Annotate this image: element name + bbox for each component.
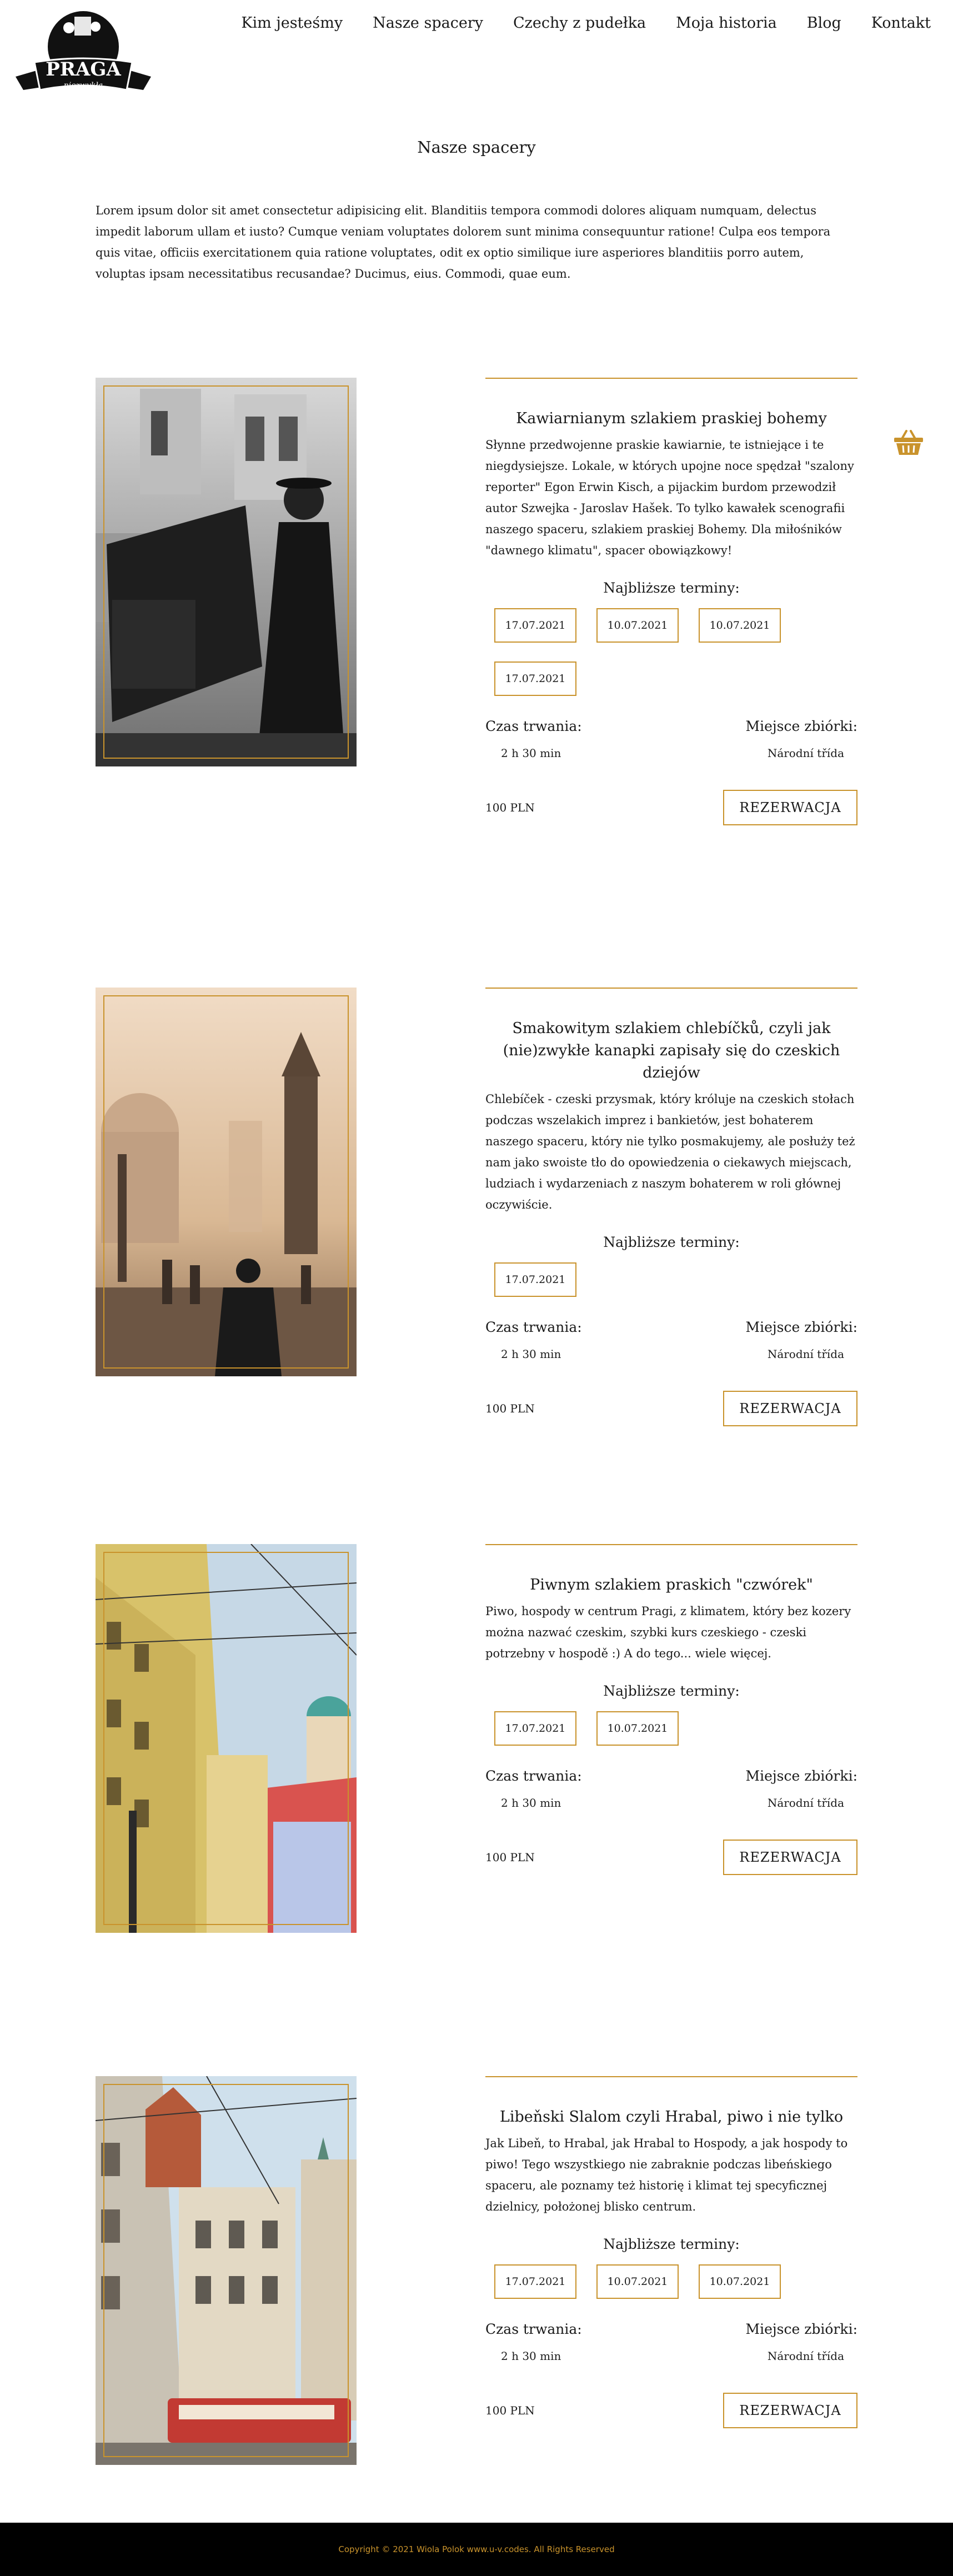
divider	[485, 2076, 857, 2077]
dates-heading: Najbliższe terminy:	[603, 1234, 740, 1250]
nav-item-moja-historia[interactable]: Moja historia	[676, 14, 777, 32]
nav-item-czechy-z-pudelka[interactable]: Czechy z pudełka	[513, 14, 646, 32]
date-option[interactable]: 17.07.2021	[494, 661, 576, 696]
tour-photo	[96, 378, 357, 766]
tour-description: Chlebíček - czeski przysmak, który królu…	[485, 1092, 855, 1211]
duration-label: Czas trwania:	[485, 2321, 582, 2337]
dates-heading: Najbliższe terminy:	[603, 2236, 740, 2252]
tour-title: Kawiarnianym szlakiem praskiej bohemy	[516, 410, 827, 427]
date-option[interactable]: 17.07.2021	[494, 608, 576, 643]
duration-value: 2 h 30 min	[501, 1347, 561, 1361]
page-title: Nasze spacery	[417, 138, 536, 157]
date-list: 17.07.2021 10.07.2021 10.07.2021 17.07.2…	[485, 608, 857, 715]
date-option[interactable]: 10.07.2021	[596, 608, 679, 643]
site-logo[interactable]: PRAGA niezwykła	[12, 7, 162, 102]
meeting-label: Miejsce zbiórki:	[745, 1319, 857, 1335]
tour-photo	[96, 1544, 357, 1933]
tour-price: 100 PLN	[485, 801, 535, 814]
meeting-label: Miejsce zbiórki:	[745, 1768, 857, 1784]
meeting-value: Národní třída	[767, 1796, 844, 1810]
tour-title: Piwnym szlakiem praskich "czwórek"	[530, 1576, 813, 1593]
meeting-label: Miejsce zbiórki:	[745, 718, 857, 734]
divider	[485, 378, 857, 379]
tour-price: 100 PLN	[485, 1402, 535, 1415]
reserve-button[interactable]: REZERWACJA	[723, 1840, 857, 1875]
tour-photo	[96, 988, 357, 1376]
date-option[interactable]: 10.07.2021	[699, 2264, 781, 2299]
date-option[interactable]: 10.07.2021	[699, 608, 781, 643]
reserve-button[interactable]: REZERWACJA	[723, 1391, 857, 1426]
tour-info: Piwnym szlakiem praskich "czwórek" Piwo,…	[485, 1544, 857, 1875]
tour-info: Libeňski Slalom czyli Hrabal, piwo i nie…	[485, 2076, 857, 2428]
duration-value: 2 h 30 min	[501, 1796, 561, 1810]
duration-label: Czas trwania:	[485, 718, 582, 734]
tour-price: 100 PLN	[485, 1851, 535, 1864]
copyright-text: Copyright © 2021 Wiola Polok www.u-v.cod…	[338, 2544, 615, 2554]
meeting-value: Národní třída	[767, 746, 844, 760]
tour-info: Kawiarnianym szlakiem praskiej bohemy Sł…	[485, 378, 857, 825]
intro-text: Lorem ipsum dolor sit amet consectetur a…	[96, 204, 831, 280]
nav-item-nasze-spacery[interactable]: Nasze spacery	[373, 14, 483, 32]
meeting-value: Národní třída	[767, 1347, 844, 1361]
duration-value: 2 h 30 min	[501, 2349, 561, 2363]
site-footer: Copyright © 2021 Wiola Polok www.u-v.cod…	[0, 2523, 953, 2576]
meeting-value: Národní třída	[767, 2349, 844, 2363]
duration-value: 2 h 30 min	[501, 746, 561, 760]
duration-label: Czas trwania:	[485, 1768, 582, 1784]
tour-info: Smakowitym szlakiem chlebíčků, czyli jak…	[485, 988, 857, 1426]
tour-description: Piwo, hospody w centrum Pragi, z klimate…	[485, 1605, 851, 1660]
date-option[interactable]: 10.07.2021	[596, 2264, 679, 2299]
logo-text: PRAGA	[46, 58, 121, 81]
date-list: 17.07.2021	[485, 1262, 857, 1316]
date-list: 17.07.2021 10.07.2021	[485, 1711, 857, 1765]
reserve-button[interactable]: REZERWACJA	[723, 2393, 857, 2428]
date-option[interactable]: 10.07.2021	[596, 1711, 679, 1746]
date-option[interactable]: 17.07.2021	[494, 1711, 576, 1746]
tour-card: Kawiarnianym szlakiem praskiej bohemy Sł…	[96, 378, 857, 825]
tour-photo	[96, 2076, 357, 2465]
logo-subtext: niezwykła	[64, 81, 103, 90]
tour-card: Piwnym szlakiem praskich "czwórek" Piwo,…	[96, 1544, 857, 1933]
date-option[interactable]: 17.07.2021	[494, 2264, 576, 2299]
tour-description: Słynne przedwojenne praskie kawiarnie, t…	[485, 438, 854, 557]
tour-card: Smakowitym szlakiem chlebíčků, czyli jak…	[96, 988, 857, 1426]
date-option[interactable]: 17.07.2021	[494, 1262, 576, 1297]
tour-card: Libeňski Slalom czyli Hrabal, piwo i nie…	[96, 2076, 857, 2465]
tour-title: Smakowitym szlakiem chlebíčků, czyli jak…	[503, 1020, 840, 1081]
divider	[485, 988, 857, 989]
basket-icon[interactable]	[893, 429, 924, 457]
dates-heading: Najbliższe terminy:	[603, 580, 740, 596]
date-list: 17.07.2021 10.07.2021 10.07.2021	[485, 2264, 857, 2318]
nav-item-kontakt[interactable]: Kontakt	[871, 14, 931, 32]
meeting-label: Miejsce zbiórki:	[745, 2321, 857, 2337]
main-nav: Kim jesteśmy Nasze spacery Czechy z pude…	[211, 14, 931, 32]
nav-item-kim-jestesmy[interactable]: Kim jesteśmy	[241, 14, 343, 32]
nav-item-blog[interactable]: Blog	[807, 14, 841, 32]
dates-heading: Najbliższe terminy:	[603, 1683, 740, 1699]
tour-price: 100 PLN	[485, 2404, 535, 2417]
tour-title: Libeňski Slalom czyli Hrabal, piwo i nie…	[499, 2108, 844, 2126]
divider	[485, 1544, 857, 1545]
tour-description: Jak Libeň, to Hrabal, jak Hrabal to Hosp…	[485, 2137, 848, 2213]
reserve-button[interactable]: REZERWACJA	[723, 790, 857, 825]
duration-label: Czas trwania:	[485, 1319, 582, 1335]
